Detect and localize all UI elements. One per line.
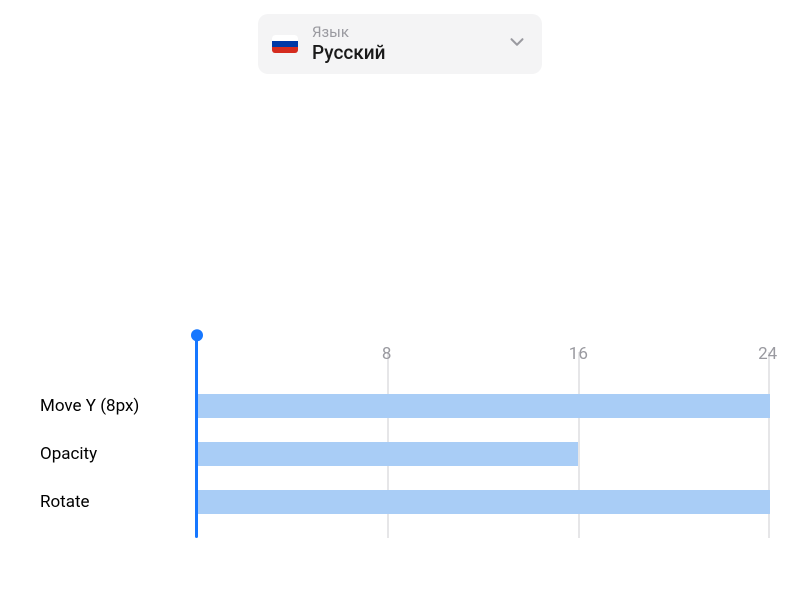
timeline-bars xyxy=(195,382,770,526)
chevron-down-icon xyxy=(506,31,528,57)
timeline-row-label: Rotate xyxy=(40,478,190,526)
timeline-playhead-handle[interactable] xyxy=(191,329,203,341)
language-select-label: Язык xyxy=(312,24,506,41)
timeline-bar-opacity[interactable] xyxy=(195,442,578,466)
timeline-bar-row xyxy=(195,382,770,430)
language-select-value: Русский xyxy=(312,42,506,64)
timeline-bar-rotate[interactable] xyxy=(195,490,770,514)
timeline-tick: 16 xyxy=(569,344,588,364)
timeline-tick: 24 xyxy=(758,344,777,364)
timeline-bar-row xyxy=(195,430,770,478)
language-select[interactable]: Язык Русский xyxy=(258,14,542,74)
timeline-playhead[interactable] xyxy=(195,336,198,538)
timeline-row-labels: Move Y (8px) Opacity Rotate xyxy=(40,382,190,526)
timeline-bar-row xyxy=(195,478,770,526)
timeline-tick: 8 xyxy=(382,344,392,364)
timeline-row-label: Opacity xyxy=(40,430,190,478)
language-select-text: Язык Русский xyxy=(312,24,506,63)
timeline-row-label: Move Y (8px) xyxy=(40,382,190,430)
timeline-bar-movey[interactable] xyxy=(195,394,770,418)
russia-flag-icon xyxy=(272,35,298,53)
timeline-chart[interactable]: 8 16 24 xyxy=(195,334,770,534)
